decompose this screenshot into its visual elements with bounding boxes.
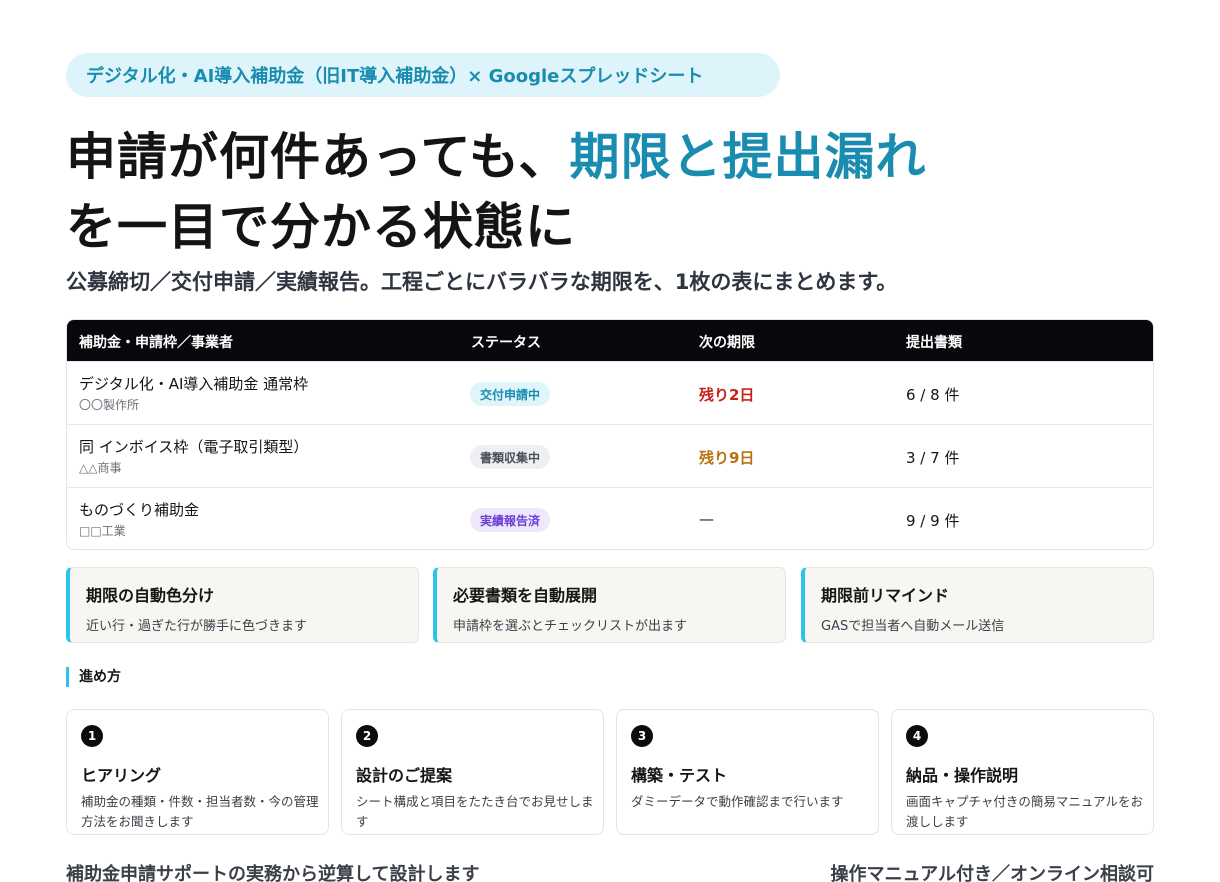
- step-desc: 補助金の種類・件数・担当者数・今の管理方法をお聞きします: [81, 794, 319, 829]
- feature-card-remind: 期限前リマインド GASで担当者へ自動メール送信: [801, 567, 1154, 643]
- header-name: 補助金・申請枠／事業者: [79, 335, 233, 351]
- subsidy-name: ものづくり補助金: [79, 501, 200, 519]
- headline-accent: 期限と提出漏れ: [569, 128, 927, 186]
- footer-right-text: 操作マニュアル付き／オンライン相談可: [830, 864, 1154, 882]
- footer-left-text: 補助金申請サポートの実務から逆算して設計します: [66, 864, 480, 882]
- feature-title: 必要書類を自動展開: [453, 586, 598, 605]
- step-card: 4 納品・操作説明 画面キャプチャ付きの簡易マニュアルをお渡しします: [891, 709, 1154, 835]
- step-title: ヒアリング: [81, 766, 162, 785]
- feature-desc: 近い行・過ぎた行が勝手に色づきます: [86, 619, 308, 634]
- step-card: 1 ヒアリング 補助金の種類・件数・担当者数・今の管理方法をお聞きします: [66, 709, 329, 835]
- headline-part2: を一目で分かる状態に: [66, 198, 576, 256]
- step-desc: 画面キャプチャ付きの簡易マニュアルをお渡しします: [906, 794, 1144, 829]
- table-row[interactable]: 同 インボイス枠（電子取引類型） △△商事 書類収集中 残り9日 3 / 7 件: [67, 424, 1153, 487]
- step-number-badge: 4: [906, 725, 928, 747]
- row-name-cell: 同 インボイス枠（電子取引類型） △△商事: [79, 437, 308, 477]
- step-desc: シート構成と項目をたたき台でお見せします: [356, 794, 594, 829]
- docs-count: 9 / 9 件: [906, 512, 960, 530]
- header-deadline: 次の期限: [699, 335, 755, 351]
- step-number-badge: 3: [631, 725, 653, 747]
- tagline-text: デジタル化・AI導入補助金（旧IT導入補助金）× Googleスプレッドシート: [86, 66, 704, 87]
- feature-title: 期限の自動色分け: [86, 586, 215, 605]
- step-title: 設計のご提案: [356, 766, 453, 785]
- step-title: 納品・操作説明: [906, 766, 1019, 785]
- feature-title: 期限前リマインド: [821, 586, 950, 605]
- deadline-value: —: [699, 510, 714, 528]
- company-name: □□工業: [79, 524, 126, 538]
- docs-count: 3 / 7 件: [906, 449, 960, 467]
- feature-desc: GASで担当者へ自動メール送信: [821, 619, 1005, 634]
- deadline-value: 残り9日: [699, 449, 755, 467]
- table-row[interactable]: デジタル化・AI導入補助金 通常枠 〇〇製作所 交付申請中 残り2日 6 / 8…: [67, 361, 1153, 424]
- subsidy-name: 同 インボイス枠（電子取引類型）: [79, 438, 309, 456]
- row-name-cell: ものづくり補助金 □□工業: [79, 500, 199, 540]
- step-card: 2 設計のご提案 シート構成と項目をたたき台でお見せします: [341, 709, 604, 835]
- header-status: ステータス: [471, 335, 541, 351]
- status-badge: 書類収集中: [470, 445, 551, 469]
- deadline-value: 残り2日: [699, 386, 755, 404]
- step-title: 構築・テスト: [631, 766, 728, 785]
- company-name: △△商事: [79, 461, 122, 475]
- company-name: 〇〇製作所: [79, 398, 140, 412]
- headline-part1: 申請が何件あっても、: [66, 128, 570, 186]
- feature-card-color: 期限の自動色分け 近い行・過ぎた行が勝手に色づきます: [66, 567, 419, 643]
- docs-count: 6 / 8 件: [906, 386, 960, 404]
- status-badge: 交付申請中: [470, 382, 551, 406]
- step-desc: ダミーデータで動作確認まで行います: [631, 794, 844, 809]
- feature-desc: 申請枠を選ぶとチェックリストが出ます: [453, 619, 688, 634]
- header-docs: 提出書類: [906, 335, 962, 351]
- row-name-cell: デジタル化・AI導入補助金 通常枠 〇〇製作所: [79, 374, 308, 414]
- step-number-badge: 1: [81, 725, 103, 747]
- table-row[interactable]: ものづくり補助金 □□工業 実績報告済 — 9 / 9 件: [67, 487, 1153, 549]
- tagline-pill: デジタル化・AI導入補助金（旧IT導入補助金）× Googleスプレッドシート: [66, 53, 780, 97]
- section-label-process: 進め方: [66, 667, 121, 687]
- process-steps: 1 ヒアリング 補助金の種類・件数・担当者数・今の管理方法をお聞きします 2 設…: [66, 709, 1154, 835]
- step-number-badge: 2: [356, 725, 378, 747]
- subline: 公募締切／交付申請／実績報告。工程ごとにバラバラな期限を、1枚の表にまとめます。: [66, 270, 898, 294]
- feature-card-docs: 必要書類を自動展開 申請枠を選ぶとチェックリストが出ます: [433, 567, 786, 643]
- feature-cards: 期限の自動色分け 近い行・過ぎた行が勝手に色づきます 必要書類を自動展開 申請枠…: [66, 567, 1154, 643]
- subsidy-table: 補助金・申請枠／事業者 ステータス 次の期限 提出書類 デジタル化・AI導入補助…: [66, 319, 1154, 550]
- headline: 申請が何件あっても、期限と提出漏れ を一目で分かる状態に: [66, 122, 1166, 262]
- status-badge: 実績報告済: [470, 508, 551, 532]
- table-header: 補助金・申請枠／事業者 ステータス 次の期限 提出書類: [67, 320, 1153, 361]
- subsidy-name: デジタル化・AI導入補助金 通常枠: [79, 375, 309, 393]
- step-card: 3 構築・テスト ダミーデータで動作確認まで行います: [616, 709, 879, 835]
